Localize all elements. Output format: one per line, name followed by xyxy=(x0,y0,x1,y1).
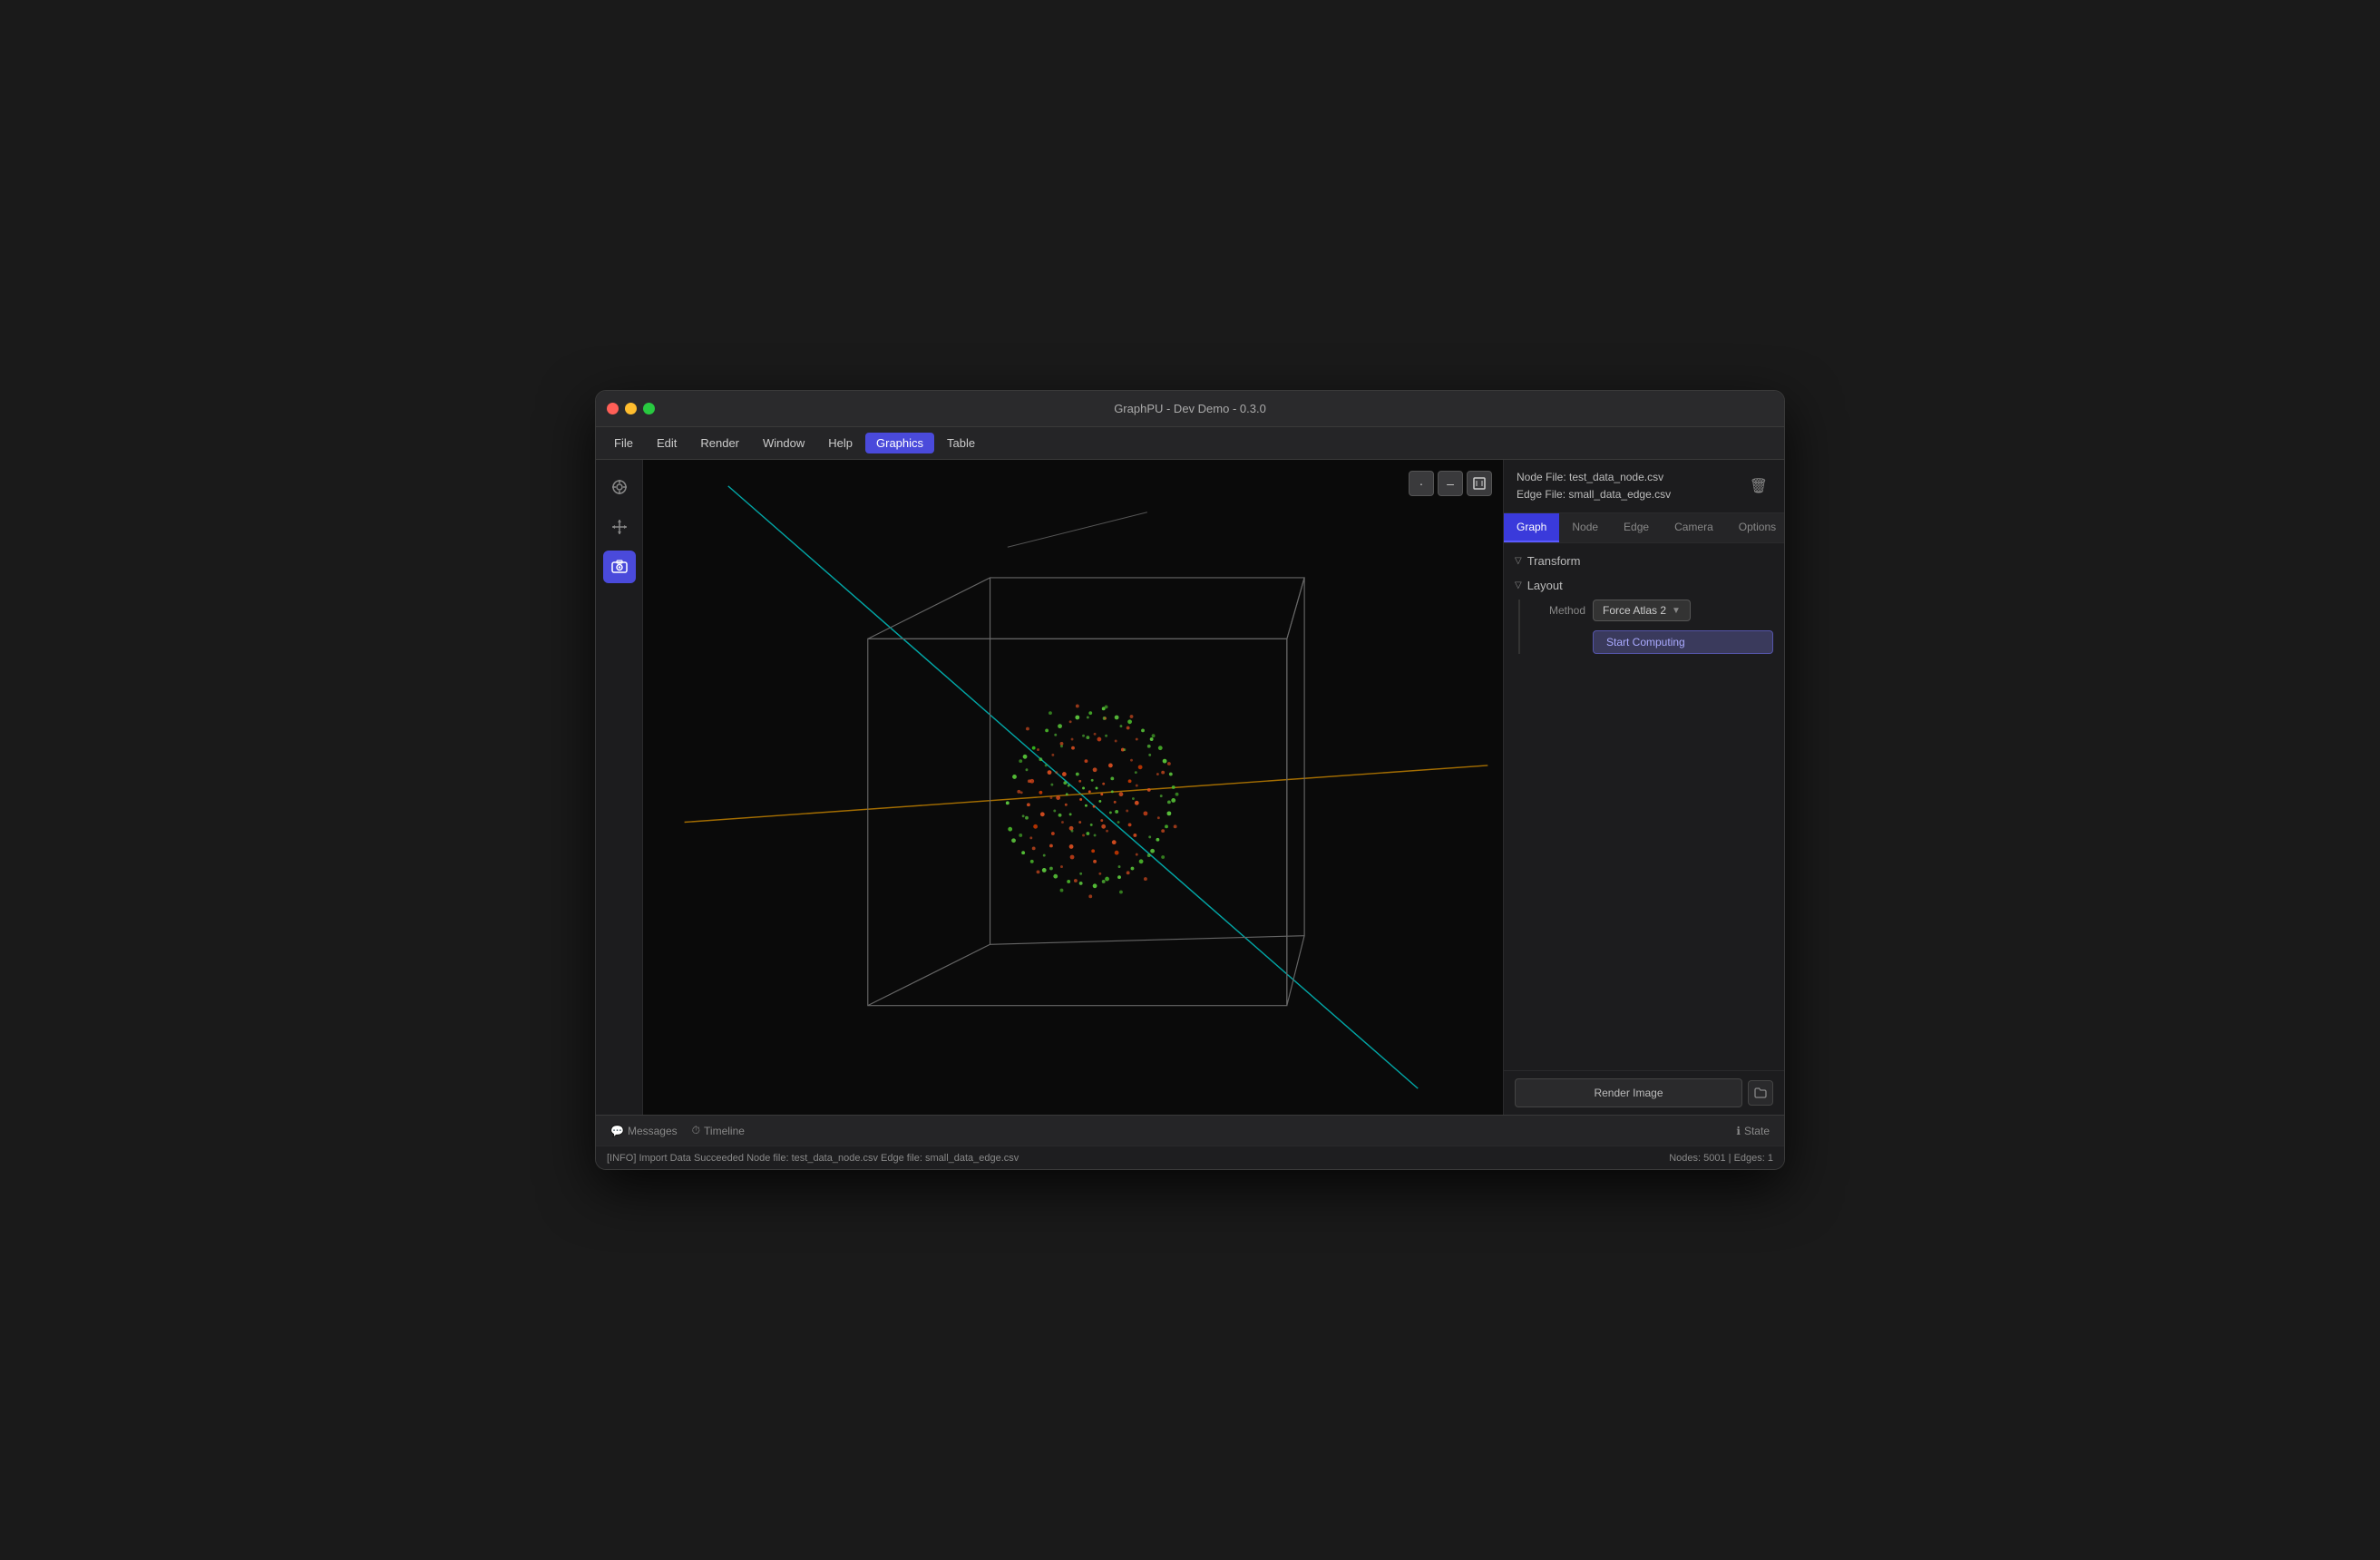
tab-edge[interactable]: Edge xyxy=(1611,513,1662,542)
menubar: File Edit Render Window Help Graphics Ta… xyxy=(596,427,1784,460)
menu-file[interactable]: File xyxy=(603,433,644,453)
viewport-minus-btn[interactable]: – xyxy=(1438,471,1463,496)
tab-node[interactable]: Node xyxy=(1559,513,1611,542)
messages-button[interactable]: 💬 Messages xyxy=(610,1125,678,1137)
delete-file-button[interactable]: 🗑 xyxy=(1746,475,1771,497)
app-window: GraphPU - Dev Demo - 0.3.0 File Edit Ren… xyxy=(595,390,1785,1170)
bottom-right: ℹ State xyxy=(1736,1125,1770,1137)
panel-header: Node File: test_data_node.csv Edge File:… xyxy=(1504,460,1784,513)
toolbar xyxy=(596,460,643,1115)
menu-window[interactable]: Window xyxy=(752,433,815,453)
menu-render[interactable]: Render xyxy=(689,433,750,453)
menu-edit[interactable]: Edit xyxy=(646,433,688,453)
maximize-button[interactable] xyxy=(643,403,655,414)
timeline-icon: ⏱ xyxy=(692,1124,700,1137)
method-value: Force Atlas 2 xyxy=(1603,604,1666,617)
bottom-bar: 💬 Messages ⏱ Timeline ℹ State xyxy=(596,1115,1784,1146)
tool-move[interactable] xyxy=(603,511,636,543)
file-info: Node File: test_data_node.csv Edge File:… xyxy=(1517,469,1671,503)
start-computing-button[interactable]: Start Computing xyxy=(1593,630,1773,654)
viewport-controls: · – xyxy=(1409,471,1492,496)
messages-icon: 💬 xyxy=(610,1125,624,1137)
layout-section-content: Method Force Atlas 2 ▼ Start Computing xyxy=(1518,600,1773,654)
folder-button[interactable] xyxy=(1748,1080,1773,1106)
menu-help[interactable]: Help xyxy=(817,433,863,453)
edge-file-label: Edge File: small_data_edge.csv xyxy=(1517,486,1671,503)
layout-section-header[interactable]: ▽ Layout xyxy=(1515,579,1773,592)
menu-graphics[interactable]: Graphics xyxy=(865,433,934,453)
tool-camera[interactable] xyxy=(603,551,636,583)
tool-target[interactable] xyxy=(603,471,636,503)
canvas-area[interactable]: · – xyxy=(643,460,1503,1115)
window-title: GraphPU - Dev Demo - 0.3.0 xyxy=(1114,402,1266,415)
status-stats: Nodes: 5001 | Edges: 1 xyxy=(1669,1153,1773,1164)
3d-scene[interactable]: // This will be handled by SVG elements … xyxy=(643,460,1503,1115)
minimize-button[interactable] xyxy=(625,403,637,414)
dropdown-arrow-icon: ▼ xyxy=(1672,606,1681,616)
tab-camera[interactable]: Camera xyxy=(1662,513,1726,542)
method-row: Method Force Atlas 2 ▼ xyxy=(1531,600,1773,621)
traffic-lights xyxy=(607,403,655,414)
status-info: [INFO] Import Data Succeeded Node file: … xyxy=(607,1153,1019,1164)
transform-label: Transform xyxy=(1527,554,1581,568)
tab-graph[interactable]: Graph xyxy=(1504,513,1559,542)
messages-label: Messages xyxy=(628,1125,678,1137)
right-panel: Node File: test_data_node.csv Edge File:… xyxy=(1503,460,1784,1115)
main-content: · – xyxy=(596,460,1784,1115)
viewport-expand-btn[interactable] xyxy=(1467,471,1492,496)
state-icon: ℹ xyxy=(1736,1125,1741,1137)
method-dropdown[interactable]: Force Atlas 2 ▼ xyxy=(1593,600,1691,621)
timeline-button[interactable]: ⏱ Timeline xyxy=(692,1124,745,1137)
bottom-left: 💬 Messages ⏱ Timeline xyxy=(610,1124,745,1137)
close-button[interactable] xyxy=(607,403,619,414)
transform-triangle: ▽ xyxy=(1515,556,1522,566)
timeline-label: Timeline xyxy=(704,1125,745,1137)
tab-options[interactable]: Options xyxy=(1726,513,1784,542)
viewport-dot-btn[interactable]: · xyxy=(1409,471,1434,496)
menu-table[interactable]: Table xyxy=(936,433,986,453)
transform-section-header[interactable]: ▽ Transform xyxy=(1515,554,1773,568)
node-file-label: Node File: test_data_node.csv xyxy=(1517,469,1671,486)
state-label: State xyxy=(1744,1125,1770,1137)
state-button[interactable]: ℹ State xyxy=(1736,1125,1770,1137)
status-bar: [INFO] Import Data Succeeded Node file: … xyxy=(596,1146,1784,1169)
panel-content: ▽ Transform ▽ Layout Method Force Atlas … xyxy=(1504,543,1784,1070)
method-label: Method xyxy=(1531,604,1585,617)
titlebar: GraphPU - Dev Demo - 0.3.0 xyxy=(596,391,1784,427)
render-section: Render Image xyxy=(1504,1070,1784,1115)
layout-label: Layout xyxy=(1527,579,1563,592)
render-image-button[interactable]: Render Image xyxy=(1515,1078,1742,1107)
panel-tabs: Graph Node Edge Camera Options xyxy=(1504,513,1784,543)
layout-triangle: ▽ xyxy=(1515,580,1522,590)
